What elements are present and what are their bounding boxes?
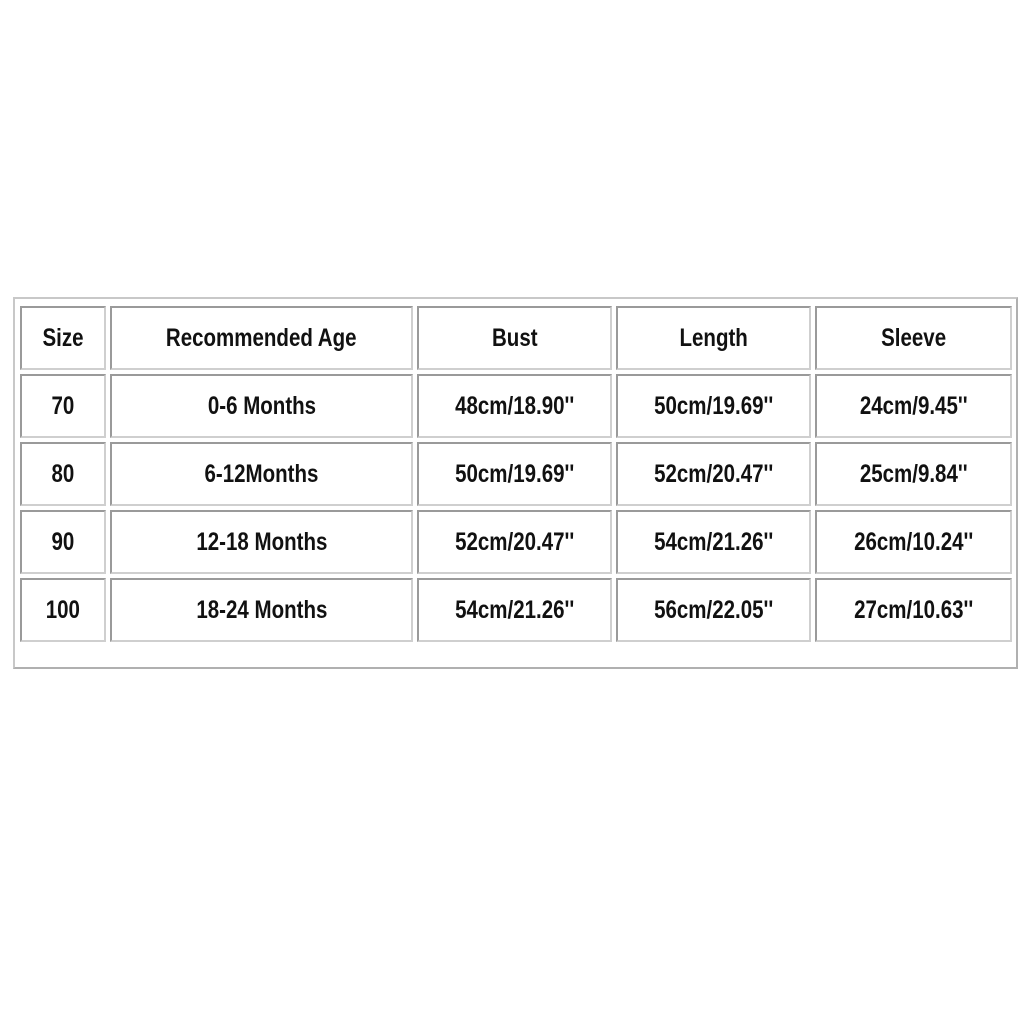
recommended-age-cell: 6-12Months: [110, 442, 413, 506]
recommended-age-text: 18-24 Months: [196, 595, 328, 624]
bust-text: 54cm/21.26'': [454, 595, 575, 624]
bust-cell: 52cm/20.47'': [416, 510, 612, 574]
length-cell: 52cm/20.47'': [615, 442, 811, 506]
recommended-age-cell: 18-24 Months: [110, 578, 413, 642]
recommended-age-cell: 0-6 Months: [110, 374, 413, 438]
sleeve-text: 26cm/10.24'': [853, 527, 974, 556]
length-text: 52cm/20.47'': [653, 459, 774, 488]
length-cell: Length: [615, 306, 811, 370]
bust-text: 52cm/20.47'': [454, 527, 575, 556]
sleeve-cell: 26cm/10.24'': [814, 510, 1012, 574]
size-text: 100: [46, 595, 81, 624]
recommended-age-text: 6-12Months: [204, 459, 319, 488]
size-text: 80: [51, 459, 75, 488]
size-text: 70: [51, 391, 75, 420]
table-row: 80 6-12Months 50cm/19.69'' 52cm/20.47'' 25cm…: [20, 442, 1012, 506]
sleeve-text: Sleeve: [880, 323, 946, 352]
header-row: Size Recommended Age Bust Length Sleeve: [20, 306, 1012, 370]
sleeve-text: 25cm/9.84'': [859, 459, 968, 488]
sleeve-text: 27cm/10.63'': [853, 595, 974, 624]
size-cell: Size: [20, 306, 107, 370]
bust-cell: Bust: [416, 306, 612, 370]
table-row: 70 0-6 Months 48cm/18.90'' 50cm/19.69'' 24cm…: [20, 374, 1012, 438]
recommended-age-text: 0-6 Months: [207, 391, 316, 420]
bust-cell: 54cm/21.26'': [416, 578, 612, 642]
recommended-age-cell: 12-18 Months: [110, 510, 413, 574]
size-cell: 90: [20, 510, 107, 574]
table-row: 90 12-18 Months 52cm/20.47'' 54cm/21.26'' 26…: [20, 510, 1012, 574]
bust-cell: 48cm/18.90'': [416, 374, 612, 438]
bust-text: 48cm/18.90'': [454, 391, 575, 420]
size-cell: 100: [20, 578, 107, 642]
recommended-age-cell: Recommended Age: [110, 306, 413, 370]
sleeve-cell: Sleeve: [814, 306, 1012, 370]
size-cell: 70: [20, 374, 107, 438]
length-text: 50cm/19.69'': [653, 391, 774, 420]
length-cell: 50cm/19.69'': [615, 374, 811, 438]
length-cell: 54cm/21.26'': [615, 510, 811, 574]
bust-text: Bust: [491, 323, 538, 352]
sleeve-cell: 24cm/9.45'': [814, 374, 1012, 438]
length-cell: 56cm/22.05'': [615, 578, 811, 642]
bust-cell: 50cm/19.69'': [416, 442, 612, 506]
size-chart-table: Size Recommended Age Bust Length Sleeve 70 0-6…: [13, 297, 1018, 669]
size-text: 90: [51, 527, 75, 556]
table-row: 100 18-24 Months 54cm/21.26'' 56cm/22.05'' 2…: [20, 578, 1012, 642]
size-text: Size: [42, 323, 84, 352]
sleeve-cell: 25cm/9.84'': [814, 442, 1012, 506]
length-text: 54cm/21.26'': [653, 527, 774, 556]
length-text: 56cm/22.05'': [653, 595, 774, 624]
length-text: Length: [679, 323, 748, 352]
recommended-age-text: Recommended Age: [166, 323, 357, 352]
sleeve-cell: 27cm/10.63'': [814, 578, 1012, 642]
size-cell: 80: [20, 442, 107, 506]
recommended-age-text: 12-18 Months: [196, 527, 328, 556]
bust-text: 50cm/19.69'': [454, 459, 575, 488]
sleeve-text: 24cm/9.45'': [859, 391, 968, 420]
